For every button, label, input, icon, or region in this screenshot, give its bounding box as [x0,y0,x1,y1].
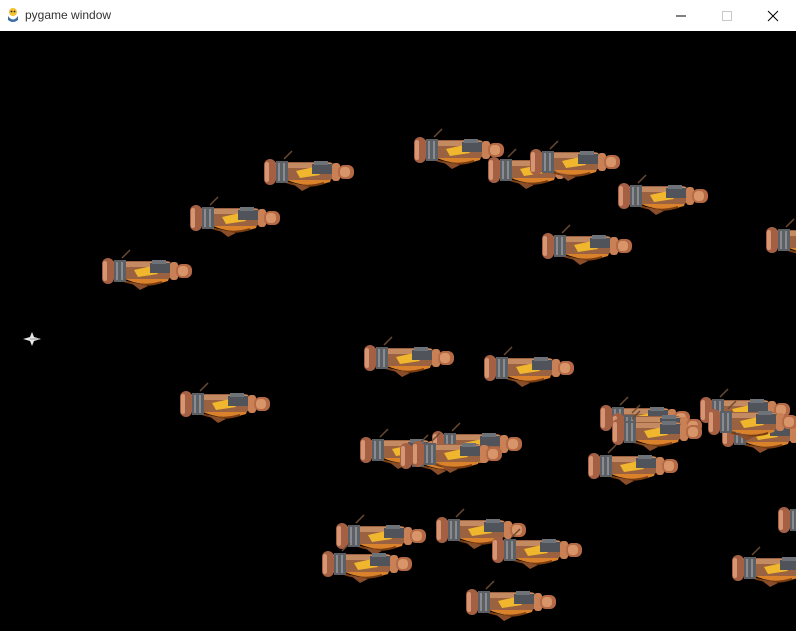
pygame-window: pygame window [0,0,796,631]
player-ship [23,332,41,346]
close-button[interactable] [750,0,796,31]
minimize-button[interactable] [658,0,704,31]
game-canvas[interactable] [0,31,796,631]
maximize-button[interactable] [704,0,750,31]
enemy-ship [320,539,416,585]
minimize-icon [676,15,686,17]
enemy-ship [178,379,274,425]
enemy-ship [528,137,624,183]
enemy-ship [362,333,458,379]
enemy-ship [188,193,284,239]
enemy-ship [776,495,796,541]
enemy-ship [540,221,636,267]
close-icon [767,10,779,22]
enemy-ship [100,246,196,292]
maximize-icon [722,11,732,21]
enemy-ship [490,525,586,571]
enemy-ship [410,429,506,475]
window-title: pygame window [25,8,112,22]
enemy-ship [610,407,706,453]
enemy-ship [464,577,560,623]
enemy-ship [764,215,796,261]
enemy-ship [706,397,796,443]
pygame-snake-icon [8,8,18,22]
enemy-ship [482,343,578,389]
enemy-ship [616,171,712,217]
title-bar[interactable]: pygame window [0,0,796,32]
enemy-ship [262,147,358,193]
enemy-ship [730,543,796,589]
